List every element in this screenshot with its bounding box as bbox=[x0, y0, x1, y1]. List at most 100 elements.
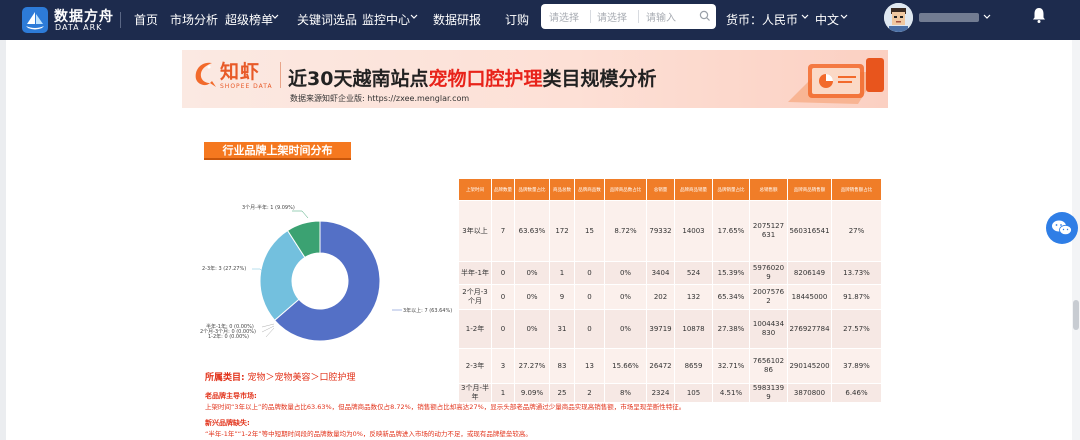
table-cell: 半年-1年 bbox=[458, 261, 492, 285]
table-cell: 8% bbox=[604, 383, 647, 403]
nav-divider bbox=[120, 12, 121, 28]
table-cell: 13 bbox=[574, 348, 605, 384]
table-cell: 39719 bbox=[646, 309, 675, 349]
table-header-cell: 品牌商品销售额 bbox=[787, 178, 832, 201]
table-cell: 765610286 bbox=[749, 348, 788, 384]
scrollbar-thumb[interactable] bbox=[1073, 300, 1079, 330]
table-header-cell: 总销量 bbox=[646, 178, 675, 201]
chevron-down-icon bbox=[271, 14, 279, 19]
table-cell: 290145200 bbox=[787, 348, 832, 384]
table-cell: 8.72% bbox=[604, 200, 647, 262]
search-divider bbox=[638, 10, 639, 23]
brand-name-en: DATA ARK bbox=[55, 23, 103, 32]
table-row: 1-2年 0 0% 31 0 0% 39719 10878 27.38% 1004434830 27… bbox=[458, 309, 882, 349]
table-cell: 0% bbox=[514, 261, 550, 285]
table-cell: 4.51% bbox=[712, 383, 750, 403]
table-cell: 8206149 bbox=[787, 261, 832, 285]
table-cell: 105 bbox=[674, 383, 713, 403]
table-cell: 276927784 bbox=[787, 309, 832, 349]
nav-item-keyword-selection[interactable]: 关键词选品 bbox=[297, 11, 357, 28]
table-cell: 17.65% bbox=[712, 200, 750, 262]
brand-launch-donut-chart: 3个月-半年: 1 (9.09%) 2-3年: 3 (27.27%) 3年以上:… bbox=[200, 204, 452, 342]
table-cell: 3 bbox=[491, 348, 515, 384]
nav-item-home[interactable]: 首页 bbox=[134, 11, 158, 28]
table-cell: 524 bbox=[674, 261, 713, 285]
table-cell: 0% bbox=[514, 284, 550, 310]
table-cell: 91.87% bbox=[831, 284, 882, 310]
table-cell: 83 bbox=[549, 348, 575, 384]
table-cell: 2075127631 bbox=[749, 200, 788, 262]
table-row: 半年-1年 0 0% 1 0 0% 3404 524 15.39% 59760209 8206149… bbox=[458, 261, 882, 285]
table-cell: 202 bbox=[646, 284, 675, 310]
nav-item-subscribe[interactable]: 订购 bbox=[505, 11, 529, 28]
insight-title: 老品牌主导市场: bbox=[205, 392, 257, 400]
table-cell: 27.57% bbox=[831, 309, 882, 349]
wechat-contact-button[interactable] bbox=[1046, 212, 1078, 244]
category-select[interactable]: 请选择 bbox=[597, 9, 627, 24]
table-cell: 9 bbox=[549, 284, 575, 310]
table-cell: 9.09% bbox=[514, 383, 550, 403]
search-icon[interactable] bbox=[699, 10, 711, 22]
table-header-cell: 品牌商品销量 bbox=[674, 178, 713, 201]
nav-item-data-reports[interactable]: 数据研报 bbox=[433, 11, 481, 28]
table-cell: 0% bbox=[514, 309, 550, 349]
table-cell: 15.39% bbox=[712, 261, 750, 285]
section-title: 行业品牌上架时间分布 bbox=[204, 142, 351, 160]
insight-title: 新兴品牌缺失: bbox=[205, 419, 250, 427]
table-cell: 25 bbox=[549, 383, 575, 403]
banner-title: 近30天越南站点宠物口腔护理类目规模分析 bbox=[288, 64, 656, 91]
wechat-icon bbox=[1052, 220, 1072, 236]
table-cell: 0 bbox=[491, 284, 515, 310]
username-masked[interactable] bbox=[919, 13, 979, 22]
table-row: 3年以上 7 63.63% 172 15 8.72% 79332 14003 17.65% 207… bbox=[458, 200, 882, 262]
table-cell: 132 bbox=[674, 284, 713, 310]
zhixia-logo-text: 知虾 bbox=[220, 61, 261, 83]
chevron-down-icon bbox=[840, 14, 848, 19]
table-header-row: 上架时间 品牌数量 品牌数量占比 商品总数 品牌商品数 品牌商品数占比 总销量 品牌商品销量品… bbox=[458, 178, 882, 201]
table-cell: 3个月-半年 bbox=[458, 383, 492, 403]
table-cell: 3404 bbox=[646, 261, 675, 285]
table-cell: 18445000 bbox=[787, 284, 832, 310]
table-header-cell: 品牌数量占比 bbox=[514, 178, 550, 201]
chevron-down-icon bbox=[801, 14, 809, 19]
table-cell: 2324 bbox=[646, 383, 675, 403]
chevron-down-icon[interactable] bbox=[982, 11, 992, 23]
currency-select[interactable]: 货币：人民币 bbox=[726, 11, 798, 28]
search-divider bbox=[590, 10, 591, 23]
search-input[interactable]: 请输入 bbox=[646, 9, 676, 24]
category-label: 所属类目: bbox=[205, 373, 245, 383]
leader-line bbox=[292, 210, 309, 219]
brand-launch-table: 上架时间 品牌数量 品牌数量占比 商品总数 品牌商品数 品牌商品数占比 总销量 品牌商品销量品… bbox=[458, 178, 882, 403]
avatar[interactable] bbox=[884, 3, 913, 32]
table-cell: 3年以上 bbox=[458, 200, 492, 262]
nav-item-monitor-center[interactable]: 监控中心 bbox=[362, 11, 410, 28]
search-bar: 请选择 请选择 请输入 bbox=[541, 4, 716, 29]
table-header-cell: 商品总数 bbox=[549, 178, 575, 201]
table-cell: 0% bbox=[604, 261, 647, 285]
table-cell: 8659 bbox=[674, 348, 713, 384]
donut-label: 1-2年: 0 (0.00%) bbox=[208, 333, 249, 340]
insight-text: “半年-1年”“1-2年”等中短期时间段的品牌数量均为0%，反映新品牌进入市场的… bbox=[205, 430, 532, 438]
table-cell: 0 bbox=[574, 261, 605, 285]
table-cell: 0 bbox=[491, 261, 515, 285]
table-header-cell: 总销售额 bbox=[749, 178, 788, 201]
table-cell: 27.38% bbox=[712, 309, 750, 349]
table-header-cell: 品牌数量 bbox=[491, 178, 515, 201]
table-header-cell: 上架时间 bbox=[458, 178, 492, 201]
bell-icon[interactable] bbox=[1030, 6, 1048, 24]
table-cell: 1 bbox=[491, 383, 515, 403]
site-select[interactable]: 请选择 bbox=[549, 9, 579, 24]
ark-logo-icon bbox=[22, 7, 48, 33]
avatar-face-icon bbox=[884, 3, 913, 32]
table-cell: 560316541 bbox=[787, 200, 832, 262]
nav-item-market-analysis[interactable]: 市场分析 bbox=[170, 11, 218, 28]
table-cell: 37.89% bbox=[831, 348, 882, 384]
table-cell: 26472 bbox=[646, 348, 675, 384]
nav-item-super-rankings[interactable]: 超级榜单 bbox=[225, 11, 273, 28]
shrimp-icon bbox=[195, 62, 216, 87]
brand-logo[interactable]: 数据方舟 DATA ARK bbox=[22, 5, 113, 35]
table-cell: 20075762 bbox=[749, 284, 788, 310]
table-header-cell: 品牌商品数占比 bbox=[604, 178, 647, 201]
category-path: 所属类目: 宠物＞宠物美容＞口腔护理 bbox=[205, 370, 356, 383]
language-select[interactable]: 中文 bbox=[815, 11, 839, 28]
